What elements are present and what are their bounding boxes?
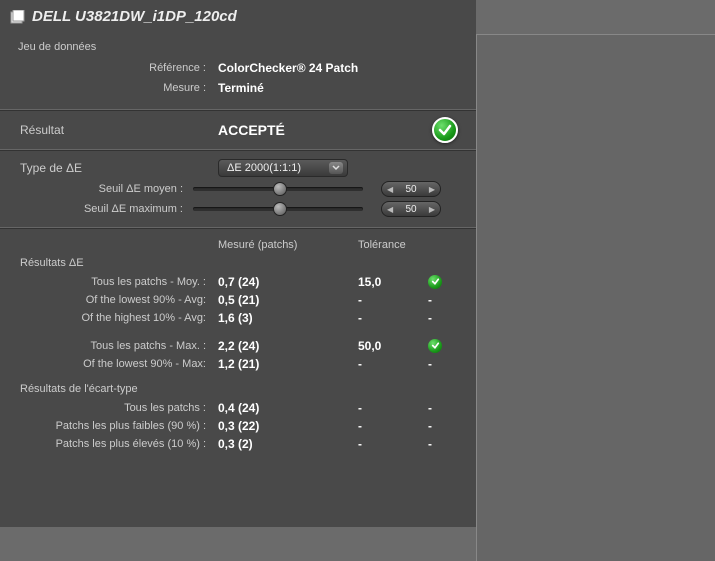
table-row: Of the highest 10% - Avg:1,6 (3)-- bbox=[18, 309, 458, 327]
row-label: Patchs les plus faibles (90 %) : bbox=[18, 420, 218, 432]
table-row: Tous les patchs - Moy. :0,7 (24)15,0 bbox=[18, 273, 458, 291]
check-icon bbox=[428, 339, 442, 353]
col-tolerance: Tolérance bbox=[358, 239, 448, 251]
row-label: Tous les patchs : bbox=[18, 402, 218, 414]
measured-value: 2,2 (24) bbox=[218, 339, 358, 353]
result-pass-icon bbox=[432, 117, 458, 143]
slider-thumb-icon[interactable] bbox=[273, 202, 287, 216]
reference-label: Référence : bbox=[18, 62, 218, 74]
row-label: Tous les patchs - Moy. : bbox=[18, 276, 218, 288]
pass-cell: - bbox=[428, 401, 458, 415]
max-threshold-value: 50 bbox=[405, 204, 416, 215]
results-table: Mesuré (patchs) Tolérance Résultats ΔE T… bbox=[0, 229, 476, 457]
tolerance-value: - bbox=[358, 293, 428, 307]
pass-cell: - bbox=[428, 419, 458, 433]
row-label: Of the lowest 90% - Avg: bbox=[18, 294, 218, 306]
tolerance-value: - bbox=[358, 437, 428, 451]
main-panel: DELL U3821DW_i1DP_120cd Jeu de données R… bbox=[0, 0, 476, 527]
row-label: Of the lowest 90% - Max: bbox=[18, 358, 218, 370]
avg-threshold-value: 50 bbox=[405, 184, 416, 195]
document-icon bbox=[10, 10, 26, 24]
avg-threshold-slider[interactable] bbox=[193, 187, 363, 191]
pass-cell: - bbox=[428, 357, 458, 371]
de-type-label: Type de ΔE bbox=[18, 161, 218, 175]
col-measured: Mesuré (patchs) bbox=[218, 239, 358, 251]
triangle-left-icon[interactable]: ◀ bbox=[387, 185, 393, 194]
max-threshold-label: Seuil ΔE maximum : bbox=[18, 203, 193, 215]
triangle-right-icon[interactable]: ▶ bbox=[429, 185, 435, 194]
dataset-heading: Jeu de données bbox=[18, 41, 458, 53]
tolerance-value: 15,0 bbox=[358, 275, 428, 289]
dataset-section: Jeu de données Référence : ColorChecker®… bbox=[0, 33, 476, 109]
reference-value: ColorChecker® 24 Patch bbox=[218, 61, 358, 75]
max-threshold-stepper[interactable]: ◀ 50 ▶ bbox=[381, 201, 441, 217]
measured-value: 0,7 (24) bbox=[218, 275, 358, 289]
tolerance-value: - bbox=[358, 357, 428, 371]
pass-cell: - bbox=[428, 437, 458, 451]
pass-cell bbox=[428, 275, 458, 290]
de-type-dropdown[interactable]: ΔE 2000(1:1:1) bbox=[218, 159, 348, 177]
measured-value: 0,4 (24) bbox=[218, 401, 358, 415]
max-threshold-slider[interactable] bbox=[193, 207, 363, 211]
row-label: Of the highest 10% - Avg: bbox=[18, 312, 218, 324]
tolerance-value: - bbox=[358, 311, 428, 325]
table-row: Tous les patchs :0,4 (24)-- bbox=[18, 399, 458, 417]
table-row: Of the lowest 90% - Max:1,2 (21)-- bbox=[18, 355, 458, 373]
triangle-right-icon[interactable]: ▶ bbox=[429, 205, 435, 214]
tolerance-value: - bbox=[358, 419, 428, 433]
page-title: DELL U3821DW_i1DP_120cd bbox=[32, 8, 237, 25]
check-icon bbox=[428, 275, 442, 289]
title-bar: DELL U3821DW_i1DP_120cd bbox=[0, 0, 476, 33]
de-type-section: Type de ΔE ΔE 2000(1:1:1) Seuil ΔE moyen… bbox=[0, 151, 476, 227]
result-label: Résultat bbox=[18, 123, 218, 137]
table-row: Tous les patchs - Max. :2,2 (24)50,0 bbox=[18, 337, 458, 355]
pass-cell: - bbox=[428, 293, 458, 307]
pass-cell: - bbox=[428, 311, 458, 325]
chevron-down-icon bbox=[329, 162, 343, 174]
row-label: Patchs les plus élevés (10 %) : bbox=[18, 438, 218, 450]
de-results-heading: Résultats ΔE bbox=[18, 251, 458, 273]
row-label: Tous les patchs - Max. : bbox=[18, 340, 218, 352]
slider-thumb-icon[interactable] bbox=[273, 182, 287, 196]
table-row: Of the lowest 90% - Avg:0,5 (21)-- bbox=[18, 291, 458, 309]
column-headers: Mesuré (patchs) Tolérance bbox=[18, 239, 458, 251]
preview-panel bbox=[476, 34, 715, 561]
measured-value: 1,6 (3) bbox=[218, 311, 358, 325]
table-row: Patchs les plus élevés (10 %) :0,3 (2)-- bbox=[18, 435, 458, 453]
triangle-left-icon[interactable]: ◀ bbox=[387, 205, 393, 214]
tolerance-value: - bbox=[358, 401, 428, 415]
de-type-selected: ΔE 2000(1:1:1) bbox=[227, 162, 301, 174]
table-row: Patchs les plus faibles (90 %) :0,3 (22)… bbox=[18, 417, 458, 435]
std-results-heading: Résultats de l'écart-type bbox=[18, 373, 458, 399]
result-section: Résultat ACCEPTÉ bbox=[0, 111, 476, 149]
avg-threshold-stepper[interactable]: ◀ 50 ▶ bbox=[381, 181, 441, 197]
measure-label: Mesure : bbox=[18, 82, 218, 94]
avg-threshold-label: Seuil ΔE moyen : bbox=[18, 183, 193, 195]
result-value: ACCEPTÉ bbox=[218, 122, 378, 138]
pass-cell bbox=[428, 339, 458, 354]
measured-value: 0,5 (21) bbox=[218, 293, 358, 307]
tolerance-value: 50,0 bbox=[358, 339, 428, 353]
measured-value: 1,2 (21) bbox=[218, 357, 358, 371]
measured-value: 0,3 (2) bbox=[218, 437, 358, 451]
measured-value: 0,3 (22) bbox=[218, 419, 358, 433]
measure-value: Terminé bbox=[218, 81, 264, 95]
